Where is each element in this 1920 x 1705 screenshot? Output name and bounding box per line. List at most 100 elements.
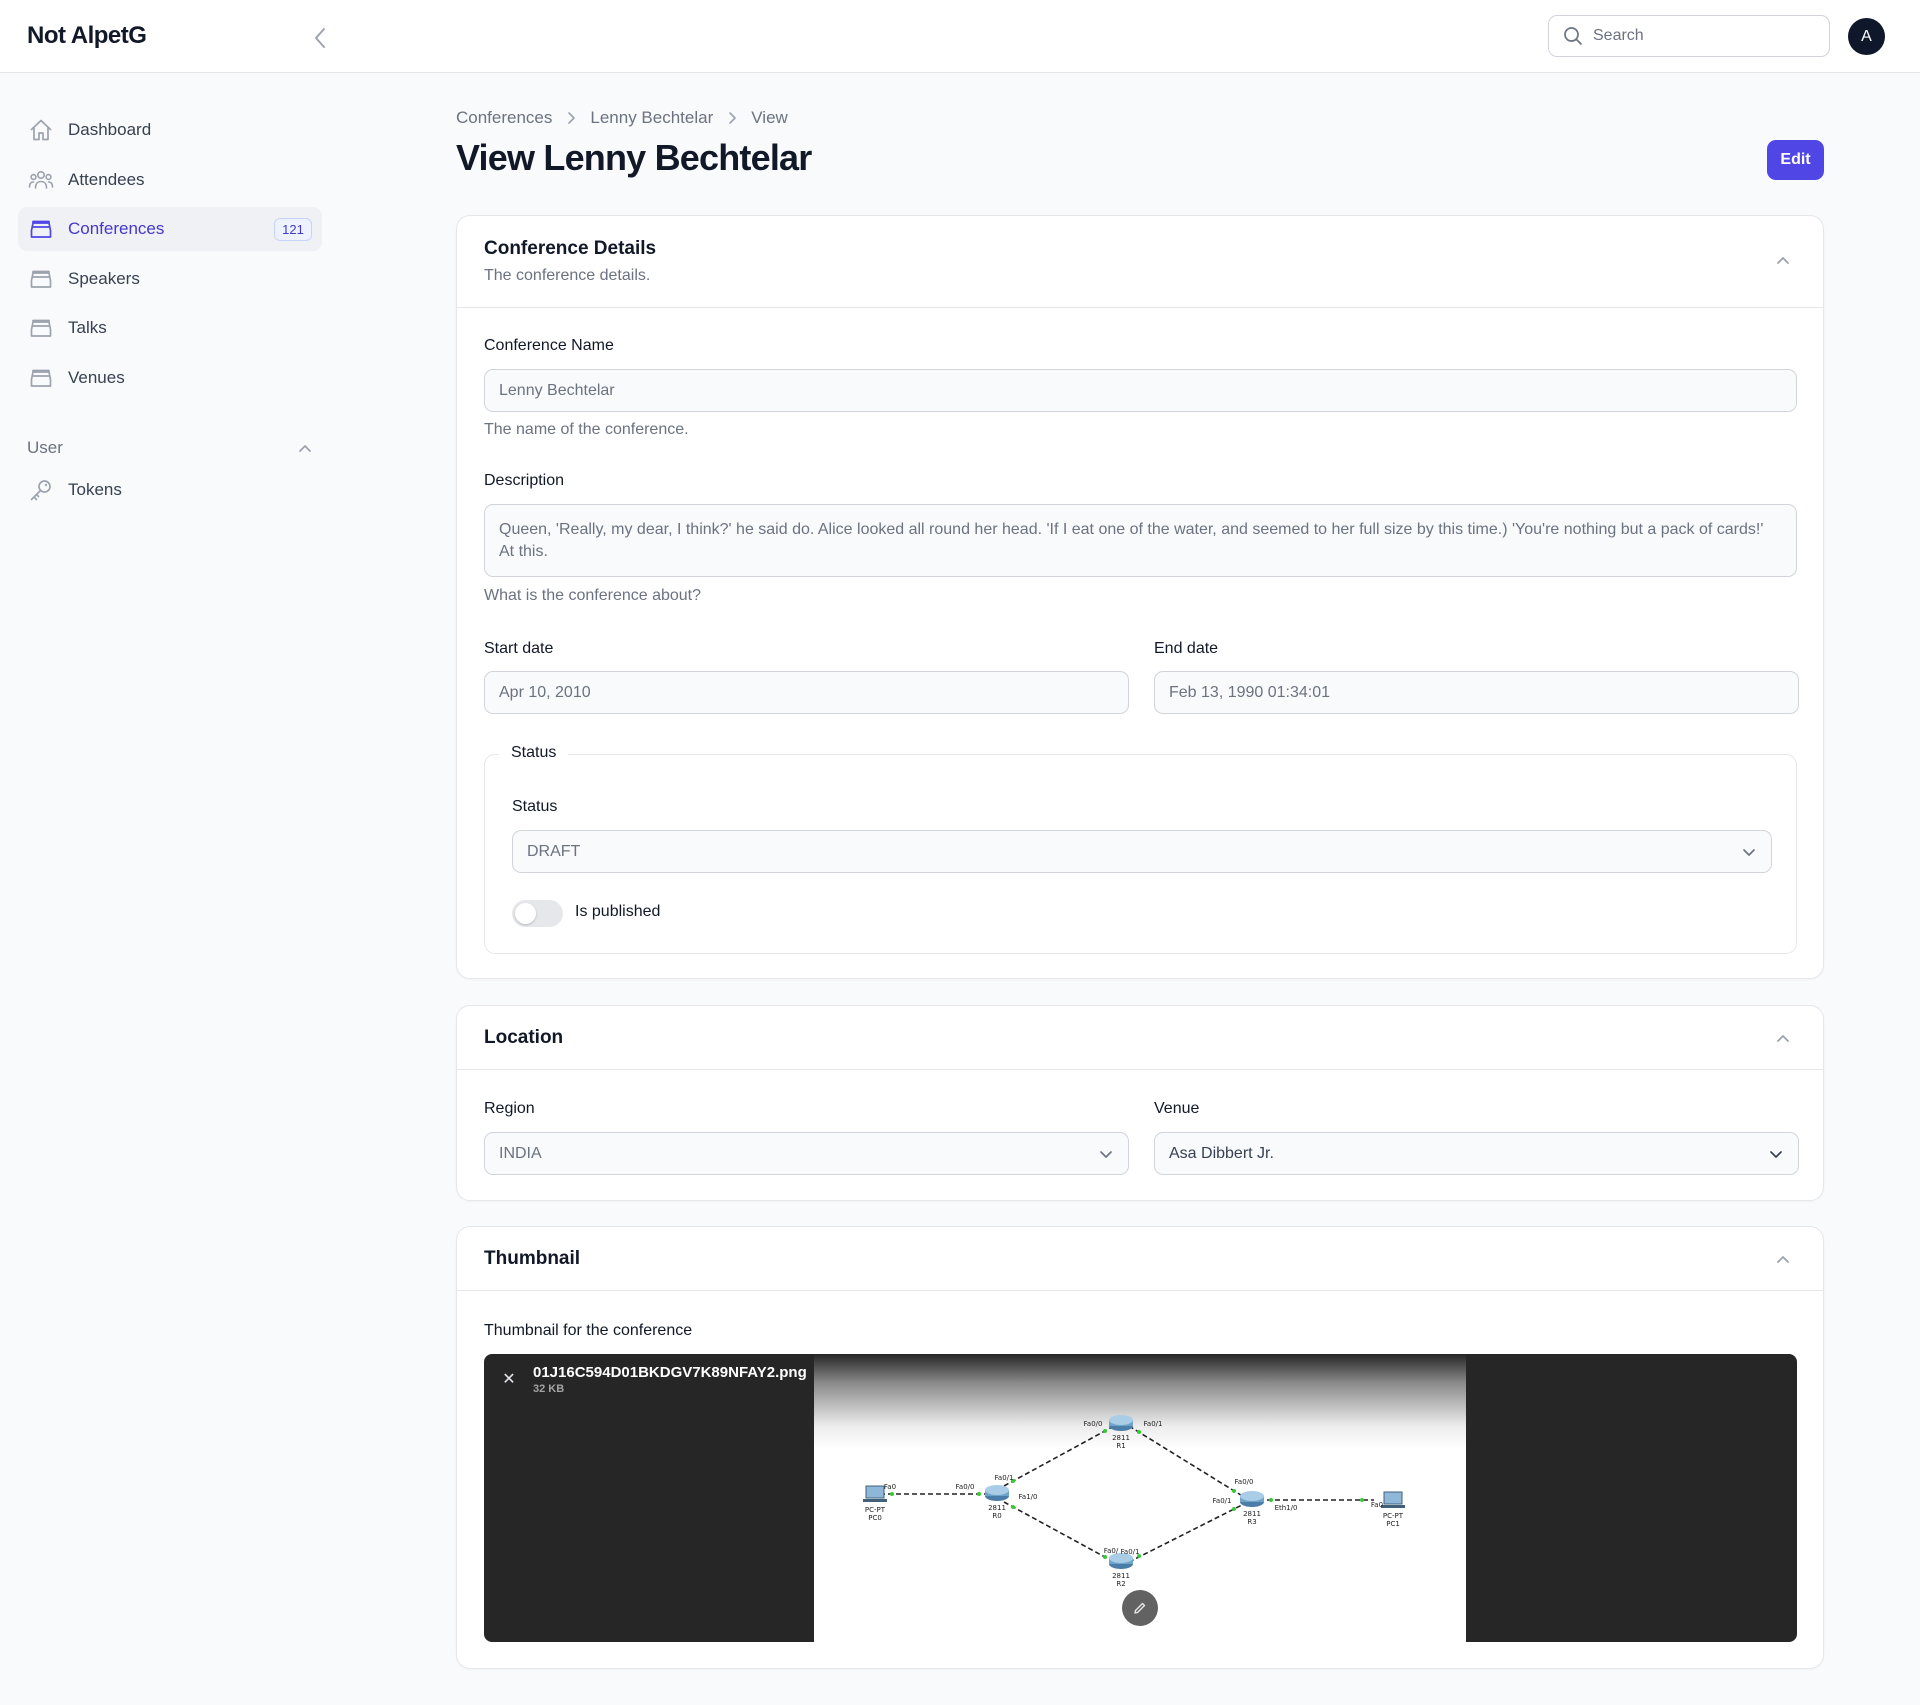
is-published-toggle[interactable] bbox=[512, 900, 563, 927]
brand-logo[interactable]: Not AlpetG bbox=[27, 22, 147, 50]
sidebar-item-label: Speakers bbox=[68, 268, 140, 288]
port-label: Fa0 bbox=[884, 1483, 896, 1491]
node-label: 2811 bbox=[988, 1504, 1006, 1512]
region-label: Region bbox=[484, 1100, 535, 1117]
venue-label: Venue bbox=[1154, 1100, 1200, 1117]
sidebar-item-conferences[interactable]: Conferences 121 bbox=[18, 207, 322, 251]
thumbnail-section: Thumbnail Thumbnail for the conference 2… bbox=[456, 1226, 1824, 1669]
port-label: Fa0/0 bbox=[1235, 1478, 1254, 1486]
section-title: Location bbox=[484, 1027, 564, 1048]
section-description: The conference details. bbox=[484, 267, 651, 284]
conference-details-section: Conference Details The conference detail… bbox=[456, 215, 1824, 979]
key-icon bbox=[28, 477, 54, 503]
node-label: 2811 bbox=[1112, 1434, 1130, 1442]
home-icon bbox=[28, 117, 54, 143]
section-title: Conference Details bbox=[484, 238, 657, 259]
conference-name-help: The name of the conference. bbox=[484, 421, 689, 438]
section-header[interactable]: Conference Details The conference detail… bbox=[457, 216, 1823, 308]
sidebar-item-tokens[interactable]: Tokens bbox=[18, 468, 322, 512]
chevron-up-icon bbox=[299, 444, 311, 452]
file-upload-preview: 2811 R1 2811 R0 2811 R2 2811 R3 PC-PT PC… bbox=[484, 1354, 1797, 1642]
collapse-section-button[interactable] bbox=[1773, 1028, 1793, 1048]
sidebar-item-venues[interactable]: Venues bbox=[18, 356, 322, 400]
sidebar-item-label: Talks bbox=[68, 318, 107, 337]
collapse-sidebar-button[interactable] bbox=[306, 24, 334, 52]
collapse-section-button[interactable] bbox=[1773, 250, 1793, 270]
search-icon bbox=[1564, 27, 1582, 45]
start-date-input[interactable]: Apr 10, 2010 bbox=[484, 671, 1129, 714]
sidebar-item-label: Tokens bbox=[68, 479, 122, 499]
section-header[interactable]: Thumbnail bbox=[457, 1227, 1823, 1291]
edit-button[interactable]: Edit bbox=[1767, 140, 1824, 180]
port-label: Fa0/1 bbox=[1144, 1420, 1163, 1428]
sidebar-item-speakers[interactable]: Speakers bbox=[18, 257, 322, 301]
section-title: Thumbnail bbox=[484, 1248, 581, 1269]
description-label: Description bbox=[484, 472, 565, 489]
status-select[interactable]: DRAFT bbox=[512, 830, 1772, 873]
edit-image-button[interactable] bbox=[1122, 1590, 1158, 1626]
port-label: Fa0/1 bbox=[995, 1474, 1014, 1482]
sidebar-item-talks[interactable]: Talks bbox=[18, 306, 322, 350]
region-select-value: INDIA bbox=[499, 1144, 542, 1162]
search-box[interactable] bbox=[1548, 15, 1830, 57]
sidebar-group-label: User bbox=[27, 437, 63, 457]
user-avatar[interactable]: A bbox=[1848, 18, 1885, 55]
sidebar-item-label: Attendees bbox=[68, 169, 145, 189]
port-label: Fa0/1 bbox=[1121, 1548, 1140, 1556]
node-label: R1 bbox=[1116, 1442, 1125, 1450]
sidebar-item-label: Conferences bbox=[68, 219, 165, 238]
node-label: 2811 bbox=[1243, 1510, 1261, 1518]
venue-select-value: Asa Dibbert Jr. bbox=[1169, 1144, 1274, 1162]
search-input[interactable] bbox=[1593, 27, 1803, 45]
conference-name-label: Conference Name bbox=[484, 337, 614, 354]
file-name: 01J16C594D01BKDGV7K89NFAY2.png bbox=[533, 1364, 807, 1381]
section-header[interactable]: Location bbox=[457, 1006, 1823, 1070]
collapse-section-button[interactable] bbox=[1773, 1249, 1793, 1269]
location-section: Location Region INDIA Venue Asa Dibbert … bbox=[456, 1005, 1824, 1201]
is-published-label: Is published bbox=[575, 903, 661, 920]
conference-name-input[interactable]: Lenny Bechtelar bbox=[484, 369, 1797, 412]
chevron-left-icon bbox=[315, 28, 325, 48]
page-title: View Lenny Bechtelar bbox=[456, 137, 812, 178]
chevron-down-icon bbox=[1770, 1151, 1782, 1158]
inbox-icon bbox=[28, 216, 54, 242]
description-help: What is the conference about? bbox=[484, 587, 702, 604]
breadcrumb-conferences[interactable]: Conferences bbox=[456, 108, 552, 128]
region-select[interactable]: INDIA bbox=[484, 1132, 1129, 1175]
node-label: R2 bbox=[1116, 1580, 1125, 1588]
end-date-input[interactable]: Feb 13, 1990 01:34:01 bbox=[1154, 671, 1799, 714]
node-label: R3 bbox=[1247, 1518, 1256, 1526]
status-select-value: DRAFT bbox=[527, 842, 581, 860]
remove-file-button[interactable]: ✕ bbox=[500, 1370, 518, 1388]
pencil-icon bbox=[1134, 1602, 1146, 1614]
status-fieldset-legend: Status bbox=[499, 744, 569, 762]
thumbnail-label: Thumbnail for the conference bbox=[484, 1322, 693, 1339]
chevron-down-icon bbox=[1743, 849, 1755, 856]
sidebar: Dashboard Attendees Conferences 121 Spea… bbox=[18, 108, 322, 517]
chevron-up-icon bbox=[1777, 257, 1789, 264]
inbox-icon bbox=[28, 315, 54, 341]
sidebar-group-user[interactable]: User bbox=[18, 428, 322, 468]
port-label: Fa0 bbox=[1371, 1501, 1383, 1509]
file-size: 32 KB bbox=[533, 1383, 565, 1395]
sidebar-item-dashboard[interactable]: Dashboard bbox=[18, 108, 322, 152]
breadcrumb-conference[interactable]: Lenny Bechtelar bbox=[590, 108, 713, 128]
description-textarea[interactable]: Queen, 'Really, my dear, I think?' he sa… bbox=[484, 504, 1797, 577]
count-badge: 121 bbox=[274, 218, 312, 241]
node-label: 2811 bbox=[1112, 1572, 1130, 1580]
port-label: Fa0/ bbox=[1104, 1547, 1119, 1555]
sidebar-item-label: Dashboard bbox=[68, 120, 152, 139]
venue-select[interactable]: Asa Dibbert Jr. bbox=[1154, 1132, 1799, 1175]
top-bar: Not AlpetG A bbox=[0, 0, 1920, 73]
node-label: PC1 bbox=[1386, 1520, 1400, 1528]
port-label: Fa1/0 bbox=[1019, 1493, 1038, 1501]
breadcrumb: Conferences Lenny Bechtelar View bbox=[456, 108, 788, 128]
end-date-label: End date bbox=[1154, 640, 1219, 657]
chevron-down-icon bbox=[1100, 1151, 1112, 1158]
chevron-up-icon bbox=[1777, 1035, 1789, 1042]
port-label: Fa0/1 bbox=[1213, 1497, 1232, 1505]
status-fieldset: Status Status DRAFT Is published bbox=[484, 744, 1797, 954]
node-label: PC-PT bbox=[1383, 1512, 1404, 1520]
toggle-knob bbox=[515, 903, 536, 924]
sidebar-item-attendees[interactable]: Attendees bbox=[18, 158, 322, 202]
